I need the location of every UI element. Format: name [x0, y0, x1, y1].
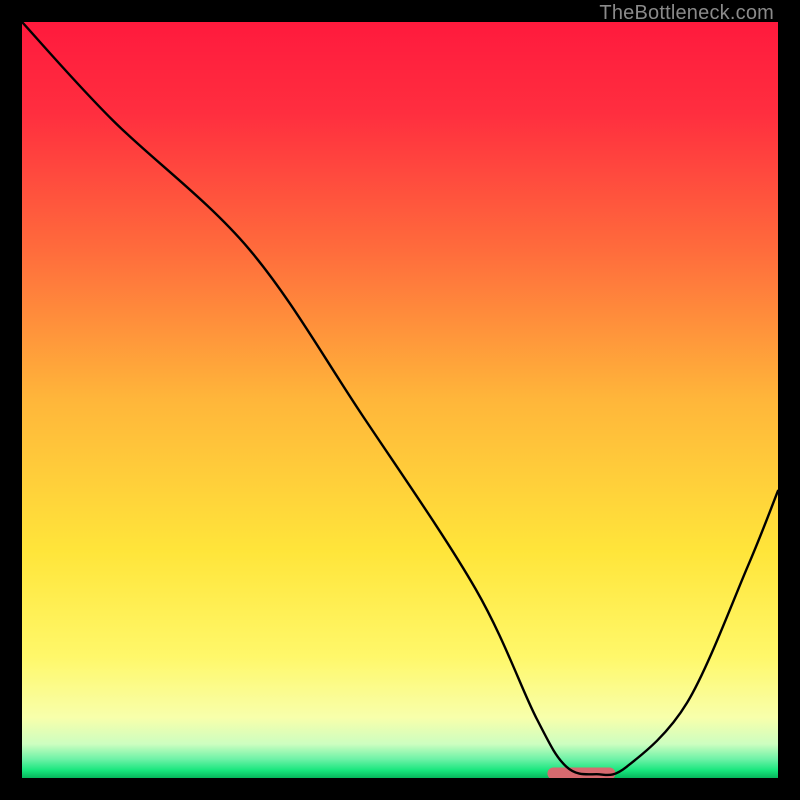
watermark-text: TheBottleneck.com [599, 2, 774, 25]
target-marker [547, 767, 615, 778]
plot-frame [22, 22, 778, 778]
bottleneck-chart [22, 22, 778, 778]
gradient-background [22, 22, 778, 778]
